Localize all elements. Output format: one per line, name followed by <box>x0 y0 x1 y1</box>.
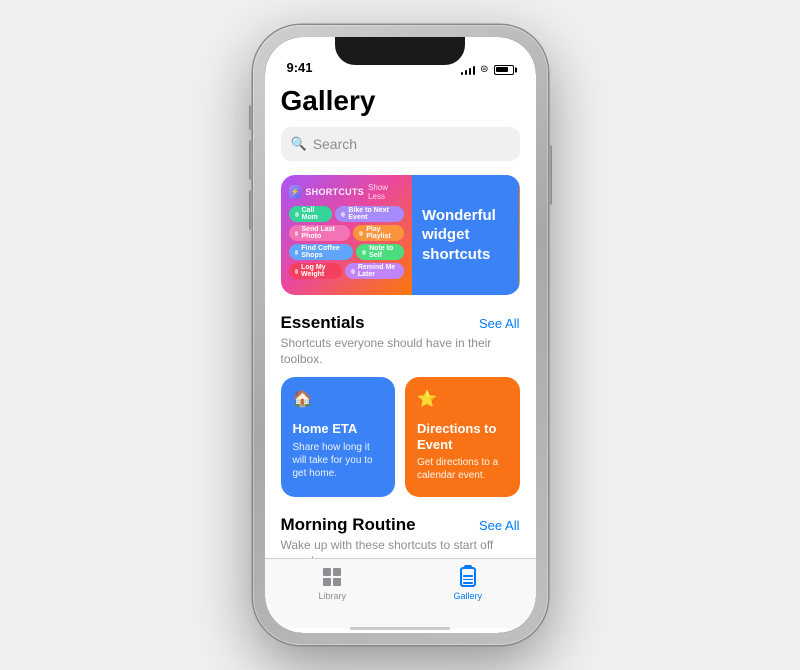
battery-icon <box>494 65 514 75</box>
status-time: 9:41 <box>287 60 313 75</box>
chip-label: Find Coffee Shops <box>301 245 347 259</box>
tab-library[interactable]: Library <box>265 565 401 601</box>
signal-icon <box>461 65 476 75</box>
phone-shell: 9:41 ⊜ Gal <box>253 25 548 645</box>
search-placeholder: Search <box>313 136 357 152</box>
card-directions-desc: Get directions to a calendar event. <box>417 456 508 482</box>
screen-content: Gallery 🔍 Search ⚡ SHO <box>265 81 536 633</box>
chip-dot <box>351 269 355 274</box>
chip-label: Note to Self <box>369 245 398 259</box>
home-indicator <box>265 628 536 633</box>
status-icons: ⊜ <box>461 64 514 75</box>
featured-banner[interactable]: ⚡ SHORTCUTS Show Less Call Mom <box>281 175 520 295</box>
phone-screen: 9:41 ⊜ Gal <box>265 37 536 633</box>
mute-button <box>249 105 252 130</box>
card-home-eta[interactable]: 🏠 Home ETA Share how long it will take f… <box>281 377 396 497</box>
morning-subtitle: Wake up with these shortcuts to start of… <box>281 538 520 558</box>
chip-dot <box>295 212 299 217</box>
shortcut-row-3: Find Coffee Shops Note to Self <box>289 244 404 260</box>
shortcuts-app-icon-symbol: ⚡ <box>291 188 300 196</box>
essentials-section-header: Essentials See All <box>281 313 520 333</box>
chip-label: Bike to Next Event <box>348 207 398 221</box>
scroll-area[interactable]: Gallery 🔍 Search ⚡ SHO <box>265 81 536 558</box>
chip-note[interactable]: Note to Self <box>356 244 404 260</box>
card-home-eta-desc: Share how long it will take for you to g… <box>293 441 384 480</box>
essentials-title: Essentials <box>281 313 365 333</box>
tab-bar: Library Gallery <box>265 558 536 628</box>
chip-label: Call Mom <box>302 207 327 221</box>
phone-inner: 9:41 ⊜ Gal <box>265 37 536 633</box>
morning-section-header: Morning Routine See All <box>281 515 520 535</box>
chip-dot <box>295 231 299 236</box>
chip-remind[interactable]: Remind Me Later <box>345 263 404 279</box>
shortcut-row-2: Send Last Photo Play Playlist <box>289 225 404 241</box>
battery-fill <box>496 67 508 72</box>
featured-banner-right: Wonderful widget shortcuts <box>412 175 520 295</box>
chip-call-mom[interactable]: Call Mom <box>289 206 333 222</box>
show-more: Show Less <box>368 183 404 201</box>
chip-bike-event[interactable]: Bike to Next Event <box>335 206 404 222</box>
card-directions-title: Directions to Event <box>417 421 508 452</box>
shortcuts-header: ⚡ SHORTCUTS Show Less <box>289 183 404 201</box>
chip-dot <box>295 269 299 274</box>
chip-send-photo[interactable]: Send Last Photo <box>289 225 351 241</box>
morning-title: Morning Routine <box>281 515 416 535</box>
gallery-icon <box>456 565 480 589</box>
notch <box>335 37 465 65</box>
featured-banner-left: ⚡ SHORTCUTS Show Less Call Mom <box>281 175 412 295</box>
tab-gallery[interactable]: Gallery <box>400 565 536 601</box>
chip-label: Log My Weight <box>301 264 336 278</box>
home-bar <box>350 627 450 630</box>
featured-title: Wonderful widget shortcuts <box>422 206 510 265</box>
essentials-subtitle: Shortcuts everyone should have in their … <box>281 336 520 367</box>
shortcut-row-4: Log My Weight Remind Me Later <box>289 263 404 279</box>
shortcut-row-1: Call Mom Bike to Next Event <box>289 206 404 222</box>
chip-label: Send Last Photo <box>301 226 344 240</box>
morning-see-all[interactable]: See All <box>479 518 519 533</box>
chip-dot <box>295 250 299 255</box>
search-bar[interactable]: 🔍 Search <box>281 127 520 161</box>
shortcuts-label: SHORTCUTS <box>305 187 364 197</box>
chip-coffee[interactable]: Find Coffee Shops <box>289 244 354 260</box>
chip-dot <box>362 250 366 255</box>
gallery-title: Gallery <box>281 85 520 117</box>
tab-library-label: Library <box>318 591 346 601</box>
library-grid-icon <box>323 568 341 586</box>
chip-dot <box>341 212 345 217</box>
chip-dot <box>359 231 363 236</box>
gallery-tab-icon <box>460 567 476 587</box>
star-icon: ⭐ <box>417 389 441 413</box>
shortcuts-app-icon: ⚡ <box>289 185 302 199</box>
gallery-tab-icon-lines <box>463 575 473 584</box>
library-icon <box>320 565 344 589</box>
essentials-cards-row: 🏠 Home ETA Share how long it will take f… <box>281 377 520 497</box>
power-button <box>549 145 552 205</box>
card-directions-event[interactable]: ⭐ Directions to Event Get directions to … <box>405 377 520 497</box>
chip-label: Remind Me Later <box>358 264 398 278</box>
tab-gallery-label: Gallery <box>453 591 482 601</box>
card-home-eta-title: Home ETA <box>293 421 384 437</box>
search-icon: 🔍 <box>291 136 307 152</box>
essentials-see-all[interactable]: See All <box>479 316 519 331</box>
chip-label: Play Playlist <box>366 226 398 240</box>
volume-up-button <box>249 140 252 180</box>
wifi-icon: ⊜ <box>480 64 488 75</box>
chip-playlist[interactable]: Play Playlist <box>353 225 404 241</box>
chip-weight[interactable]: Log My Weight <box>289 263 343 279</box>
home-icon: 🏠 <box>293 389 317 413</box>
volume-down-button <box>249 190 252 230</box>
